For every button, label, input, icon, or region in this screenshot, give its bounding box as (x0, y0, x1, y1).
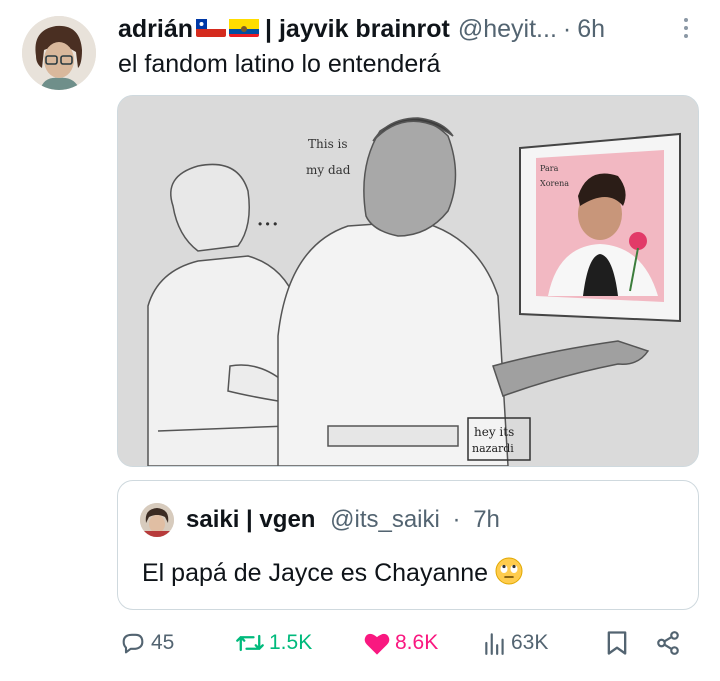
retweet-button[interactable]: 1.5K (235, 620, 312, 666)
author-display-suffix[interactable]: | jayvik brainrot (265, 15, 450, 44)
chile-flag-icon (196, 17, 227, 37)
share-button[interactable] (655, 620, 685, 666)
signature-line-1: hey its (474, 425, 514, 439)
speech-line-2: my dad (306, 163, 351, 177)
quoted-tweet-text: El papá de Jayce es Chayanne (142, 557, 523, 588)
eye-roll-emoji-icon (495, 557, 523, 585)
bookmark-button[interactable] (605, 620, 633, 666)
header-dot: · (562, 14, 572, 43)
reply-count: 45 (151, 631, 175, 654)
tweet-actions: 45 1.5K 8.6K 63K (117, 620, 697, 666)
speech-line-1: This is (308, 137, 348, 151)
quoted-text-content: El papá de Jayce es Chayanne (142, 559, 489, 587)
more-options-icon[interactable] (682, 14, 690, 42)
quoted-tweet-time[interactable]: 7h (473, 506, 500, 533)
reply-icon (122, 633, 144, 654)
like-button[interactable]: 8.6K (363, 620, 438, 666)
tweet-header: adrián | jayvik brainrot @heyit... · 6h (118, 12, 690, 46)
views-button[interactable]: 63K (483, 620, 548, 666)
quoted-author-name[interactable]: saiki | vgen (186, 506, 315, 533)
views-chart-icon (485, 633, 504, 655)
tweet-time[interactable]: 6h (577, 15, 605, 44)
reply-button[interactable]: 45 (119, 620, 174, 666)
retweet-count: 1.5K (269, 631, 313, 654)
quoted-header-dot: · (452, 506, 461, 533)
author-handle[interactable]: @heyit... (458, 15, 557, 44)
quoted-header: saiki | vgen @its_saiki · 7h (186, 506, 500, 534)
signature-line-2: nazardi (472, 442, 514, 455)
quoted-author-handle[interactable]: @its_saiki (330, 506, 440, 533)
author-name[interactable]: adrián (118, 15, 193, 44)
tweet-text: el fandom latino lo entenderá (118, 50, 441, 78)
retweet-icon (236, 634, 264, 652)
tweet-image[interactable]: This is my dad • • • Para Xorena hey its… (117, 95, 699, 467)
like-count: 8.6K (395, 631, 439, 654)
quoted-author-avatar[interactable] (140, 503, 174, 537)
frame-note-1: Para (540, 164, 559, 173)
picture-frame: Para Xorena (519, 132, 681, 323)
author-avatar[interactable] (22, 16, 96, 90)
bookmark-icon (607, 631, 627, 655)
frame-note-2: Xorena (540, 179, 569, 188)
illustration: This is my dad • • • Para Xorena hey its… (118, 96, 698, 466)
ellipsis-text: • • • (258, 217, 277, 231)
avatar-image (22, 16, 96, 90)
view-count: 63K (511, 631, 549, 654)
ecuador-flag-icon (229, 17, 260, 37)
quoted-tweet[interactable]: saiki | vgen @its_saiki · 7h El papá de … (117, 480, 699, 610)
heart-icon (364, 633, 390, 655)
share-icon (657, 631, 679, 655)
